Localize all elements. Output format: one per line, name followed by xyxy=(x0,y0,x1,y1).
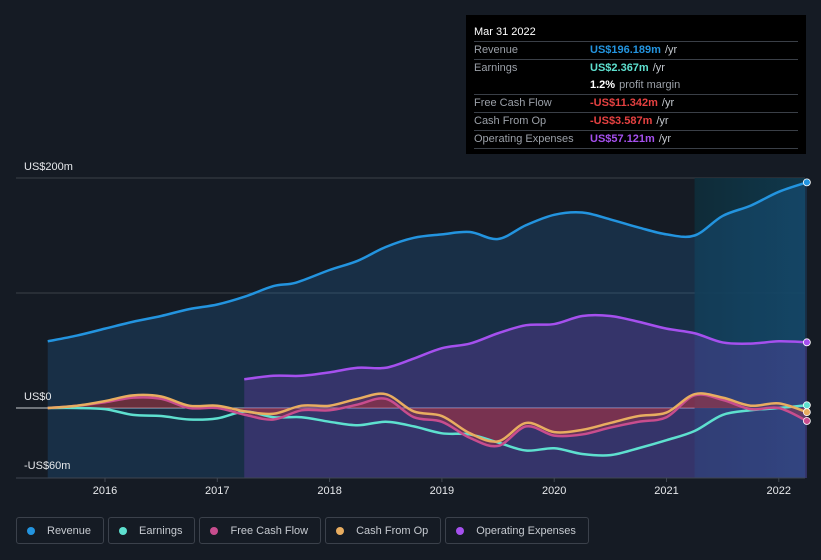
tooltip-label: Cash From Op xyxy=(474,115,547,127)
tooltip-row-cash-from-op: Cash From Op -US$3.587m /yr xyxy=(474,113,798,131)
y-tick-label: US$200m xyxy=(24,161,73,173)
tooltip-row-revenue: Revenue US$196.189m /yr xyxy=(474,42,798,60)
tooltip-label: Earnings xyxy=(474,62,518,74)
x-tick-label: 2018 xyxy=(317,485,342,497)
tooltip: Mar 31 2022 Revenue US$196.189m /yr Earn… xyxy=(466,15,806,154)
legend-label: Operating Expenses xyxy=(476,524,576,537)
legend-item-free-cash-flow[interactable]: Free Cash Flow xyxy=(199,517,322,544)
y-tick-label: -US$60m xyxy=(24,460,71,472)
tooltip-unit: /yr xyxy=(661,97,675,109)
tooltip-value: US$57.121m xyxy=(590,133,655,145)
x-tick-label: 2021 xyxy=(654,485,679,497)
legend-item-earnings[interactable]: Earnings xyxy=(108,517,196,544)
tooltip-unit: /yr xyxy=(656,115,669,127)
legend-item-cash-from-op[interactable]: Cash From Op xyxy=(325,517,442,544)
legend: Revenue Earnings Free Cash Flow Cash Fro… xyxy=(16,517,589,544)
endpoint-earnings xyxy=(802,401,811,410)
x-axis xyxy=(16,477,805,482)
x-tick-label: 2022 xyxy=(766,485,792,497)
x-tick-label: 2019 xyxy=(429,485,455,497)
tooltip-value: US$196.189m xyxy=(590,44,661,56)
tooltip-unit: /yr xyxy=(658,133,672,145)
tooltip-value: 1.2% xyxy=(590,79,616,91)
x-tick-label: 2017 xyxy=(205,485,230,497)
endpoint-operating-expenses xyxy=(802,338,811,347)
tooltip-value: -US$3.587m xyxy=(590,115,653,127)
tooltip-label: Revenue xyxy=(474,44,519,56)
endpoint-revenue xyxy=(802,178,811,187)
tooltip-row-profit-margin: 1.2% profit margin xyxy=(474,77,798,95)
legend-item-operating-expenses[interactable]: Operating Expenses xyxy=(445,517,589,544)
endpoint-free-cash-flow xyxy=(802,417,811,425)
tooltip-row-earnings: Earnings US$2.367m /yr xyxy=(474,60,798,77)
legend-label: Earnings xyxy=(139,524,183,537)
series-areas xyxy=(47,182,807,478)
legend-dot-icon xyxy=(119,526,128,535)
legend-dot-icon xyxy=(210,526,219,535)
x-tick-label: 2020 xyxy=(541,485,567,497)
tooltip-value: US$2.367m xyxy=(590,62,649,74)
tooltip-label xyxy=(474,77,590,94)
tooltip-label: Operating Expenses xyxy=(474,133,574,145)
tooltip-date: Mar 31 2022 xyxy=(474,21,798,42)
endpoint-cash-from-op xyxy=(802,408,811,417)
legend-label: Cash From Op xyxy=(356,524,429,537)
legend-dot-icon xyxy=(336,526,345,535)
y-tick-label: US$0 xyxy=(24,391,52,403)
tooltip-unit: profit margin xyxy=(619,79,681,91)
tooltip-row-operating-expenses: Operating Expenses US$57.121m /yr xyxy=(474,131,798,149)
tooltip-unit: /yr xyxy=(664,44,678,56)
legend-dot-icon xyxy=(27,526,35,535)
tooltip-label: Free Cash Flow xyxy=(474,97,552,109)
legend-label: Free Cash Flow xyxy=(230,524,309,537)
x-tick-label: 2016 xyxy=(92,485,118,497)
tooltip-unit: /yr xyxy=(652,62,665,74)
legend-label: Revenue xyxy=(47,524,92,537)
legend-item-revenue[interactable]: Revenue xyxy=(16,517,105,544)
tooltip-value: -US$11.342m xyxy=(590,97,658,109)
legend-dot-icon xyxy=(456,526,465,535)
tooltip-row-free-cash-flow: Free Cash Flow -US$11.342m /yr xyxy=(474,95,798,113)
